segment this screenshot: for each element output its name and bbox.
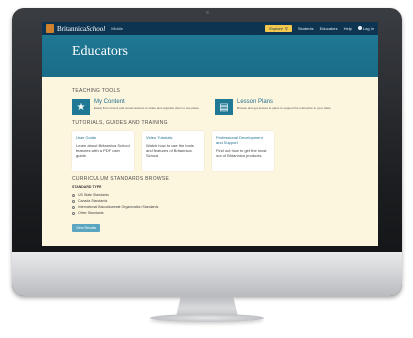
lesson-plan-icon: ▤ (215, 99, 233, 115)
standard-option[interactable]: Other Standards (72, 210, 348, 216)
radio-button[interactable] (72, 199, 75, 203)
standards-heading: CURRICULUM STANDARDS BROWSE (72, 176, 170, 182)
brand[interactable]: BritannicaSchool Middle (46, 24, 123, 33)
monitor-chin (12, 252, 402, 296)
standards-options: US State Standards Canada Standards Inte… (72, 192, 348, 216)
card-user-guide[interactable]: User Guide Learn about Britannica School… (72, 131, 134, 171)
nav-link-help[interactable]: Help (344, 26, 352, 31)
card-description: Learn about Britannica School features w… (76, 143, 130, 158)
tool-lesson-plans[interactable]: ▤ Lesson Plans Browse and get access to … (215, 99, 348, 115)
main-content: TEACHING TOOLS ★ My Content Easily find … (42, 77, 348, 234)
radio-button[interactable] (72, 205, 75, 209)
star-icon: ★ (72, 99, 90, 115)
tool-title: My Content (94, 99, 125, 105)
standard-option-label: International Baccalaureate Organization… (78, 205, 159, 209)
radio-button[interactable] (72, 193, 75, 197)
nav-link-students[interactable]: Students (298, 26, 314, 31)
hero-banner: Educators (42, 35, 378, 77)
tool-title: Lesson Plans (237, 99, 274, 105)
brand-level: Middle (111, 26, 124, 31)
view-results-button[interactable]: View Results (72, 224, 101, 232)
page-title: Educators (72, 44, 128, 59)
tool-description: Browse and get access to plans to suppor… (237, 106, 332, 110)
top-nav-bar: BritannicaSchool Middle Explore ⚲ Studen… (42, 22, 378, 35)
search-icon: ⚲ (284, 26, 288, 31)
standard-option-label: Other Standards (78, 211, 104, 215)
card-title: Video Tutorials (146, 135, 173, 140)
tutorial-cards: User Guide Learn about Britannica School… (72, 131, 348, 171)
standard-option-label: Canada Standards (78, 199, 108, 203)
brand-name: BritannicaSchool (57, 24, 106, 33)
browser-screen: BritannicaSchool Middle Explore ⚲ Studen… (42, 22, 378, 246)
standard-option-label: US State Standards (78, 193, 109, 197)
teaching-tools: ★ My Content Easily find content and cur… (72, 99, 348, 115)
top-nav: Explore ⚲ Students Educators Help Log In (265, 25, 374, 32)
monitor-stand-neck (176, 296, 238, 316)
tool-description: Easily find content and curate lessons t… (94, 106, 200, 110)
monitor: BritannicaSchool Middle Explore ⚲ Studen… (12, 8, 402, 296)
card-title: Professional Development and Support (216, 135, 263, 145)
explore-search-label: Explore (269, 26, 283, 31)
monitor-stand-base (150, 314, 264, 322)
standard-type-label: STANDARD TYPE (72, 185, 102, 189)
webcam (206, 11, 209, 14)
nav-link-educators[interactable]: Educators (320, 26, 338, 31)
card-professional-development[interactable]: Professional Development and Support Fin… (212, 131, 274, 171)
britannica-logo-icon (46, 24, 54, 33)
nav-link-login[interactable]: Log In (357, 26, 374, 31)
card-description: Watch how to use the tools and features … (146, 143, 194, 158)
card-title: User Guide (76, 135, 97, 140)
explore-search-button[interactable]: Explore ⚲ (265, 25, 292, 32)
tool-my-content[interactable]: ★ My Content Easily find content and cur… (72, 99, 205, 115)
tutorials-heading: TUTORIALS, GUIDES AND TRAINING (72, 120, 168, 126)
user-icon (357, 26, 362, 30)
radio-button[interactable] (72, 211, 75, 215)
teaching-tools-heading: TEACHING TOOLS (72, 88, 121, 94)
card-video-tutorials[interactable]: Video Tutorials Watch how to use the too… (142, 131, 204, 171)
card-description: Find out how to get the most out of Brit… (216, 148, 267, 158)
login-label: Log In (362, 26, 374, 31)
